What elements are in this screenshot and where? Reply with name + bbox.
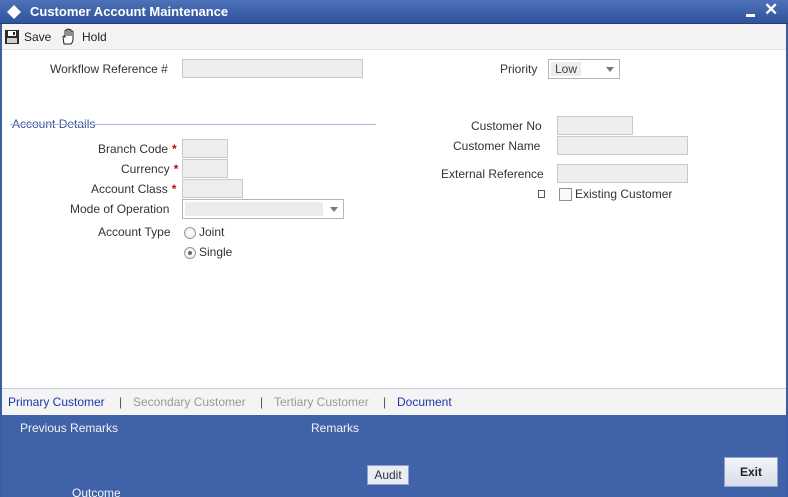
- account-type-label: Account Type: [98, 225, 171, 239]
- window-body: Save Hold Workflow Reference # Priority …: [0, 24, 788, 497]
- tab-separator: |: [383, 395, 387, 409]
- required-marker: *: [172, 142, 177, 156]
- save-label: Save: [24, 30, 52, 44]
- account-type-single-radio[interactable]: [184, 247, 196, 259]
- section-divider: [10, 124, 376, 125]
- tab-separator: |: [119, 395, 123, 409]
- outcome-label: Outcome: [72, 486, 121, 497]
- mode-of-operation-label: Mode of Operation: [70, 202, 170, 216]
- chevron-down-icon: [330, 207, 338, 212]
- workflow-reference-input[interactable]: [182, 59, 363, 78]
- branch-code-input[interactable]: [182, 139, 228, 158]
- placeholder-glyph-icon: [538, 190, 545, 198]
- floppy-disk-icon: [5, 30, 19, 44]
- branch-code-label: Branch Code *: [98, 142, 177, 156]
- currency-label: Currency *: [121, 162, 179, 176]
- hand-hold-icon: [62, 28, 74, 45]
- required-marker: *: [171, 182, 177, 196]
- customer-tabs: Primary Customer | Secondary Customer | …: [2, 388, 786, 415]
- hold-label: Hold: [82, 30, 107, 44]
- account-type-joint-radio[interactable]: [184, 227, 196, 239]
- account-class-label: Account Class *: [91, 182, 177, 196]
- priority-value: Low: [551, 62, 582, 76]
- window-title: Customer Account Maintenance: [30, 4, 229, 19]
- hold-button[interactable]: Hold: [60, 28, 107, 46]
- customer-no-input[interactable]: [557, 116, 633, 135]
- mode-of-operation-value: [185, 202, 323, 216]
- mode-of-operation-select[interactable]: [182, 199, 344, 219]
- minimize-icon[interactable]: [745, 3, 757, 19]
- remarks-label: Remarks: [311, 421, 360, 435]
- tab-tertiary-customer[interactable]: Tertiary Customer: [274, 395, 369, 409]
- tab-primary-customer[interactable]: Primary Customer: [8, 395, 105, 409]
- currency-input[interactable]: [182, 159, 228, 178]
- exit-button[interactable]: Exit: [724, 457, 778, 487]
- required-marker: *: [173, 162, 179, 176]
- previous-remarks-label: Previous Remarks: [20, 421, 119, 435]
- account-type-joint-label: Joint: [199, 225, 225, 239]
- title-bar: Customer Account Maintenance ✕: [0, 0, 788, 24]
- external-reference-label: External Reference: [441, 167, 544, 181]
- account-type-single-label: Single: [199, 245, 233, 259]
- customer-name-input[interactable]: [557, 136, 688, 155]
- priority-label: Priority: [500, 62, 538, 76]
- tab-separator: |: [260, 395, 264, 409]
- chevron-down-icon: [606, 67, 614, 72]
- existing-customer-checkbox[interactable]: [559, 188, 572, 201]
- diamond-logo-icon: [7, 5, 21, 19]
- close-icon[interactable]: ✕: [764, 1, 778, 19]
- save-button[interactable]: Save: [4, 28, 51, 46]
- customer-no-label: Customer No: [471, 119, 542, 133]
- priority-select[interactable]: Low: [548, 59, 620, 79]
- customer-name-label: Customer Name: [453, 139, 541, 153]
- account-class-input[interactable]: [182, 179, 243, 198]
- footer-panel: Previous Remarks Remarks Audit Outcome E…: [2, 415, 786, 497]
- external-reference-input[interactable]: [557, 164, 688, 183]
- toolbar: Save Hold: [2, 24, 786, 50]
- audit-button[interactable]: Audit: [367, 465, 409, 485]
- tab-document[interactable]: Document: [397, 395, 452, 409]
- existing-customer-label: Existing Customer: [575, 187, 673, 201]
- workflow-reference-label: Workflow Reference #: [50, 62, 168, 76]
- tab-secondary-customer[interactable]: Secondary Customer: [133, 395, 246, 409]
